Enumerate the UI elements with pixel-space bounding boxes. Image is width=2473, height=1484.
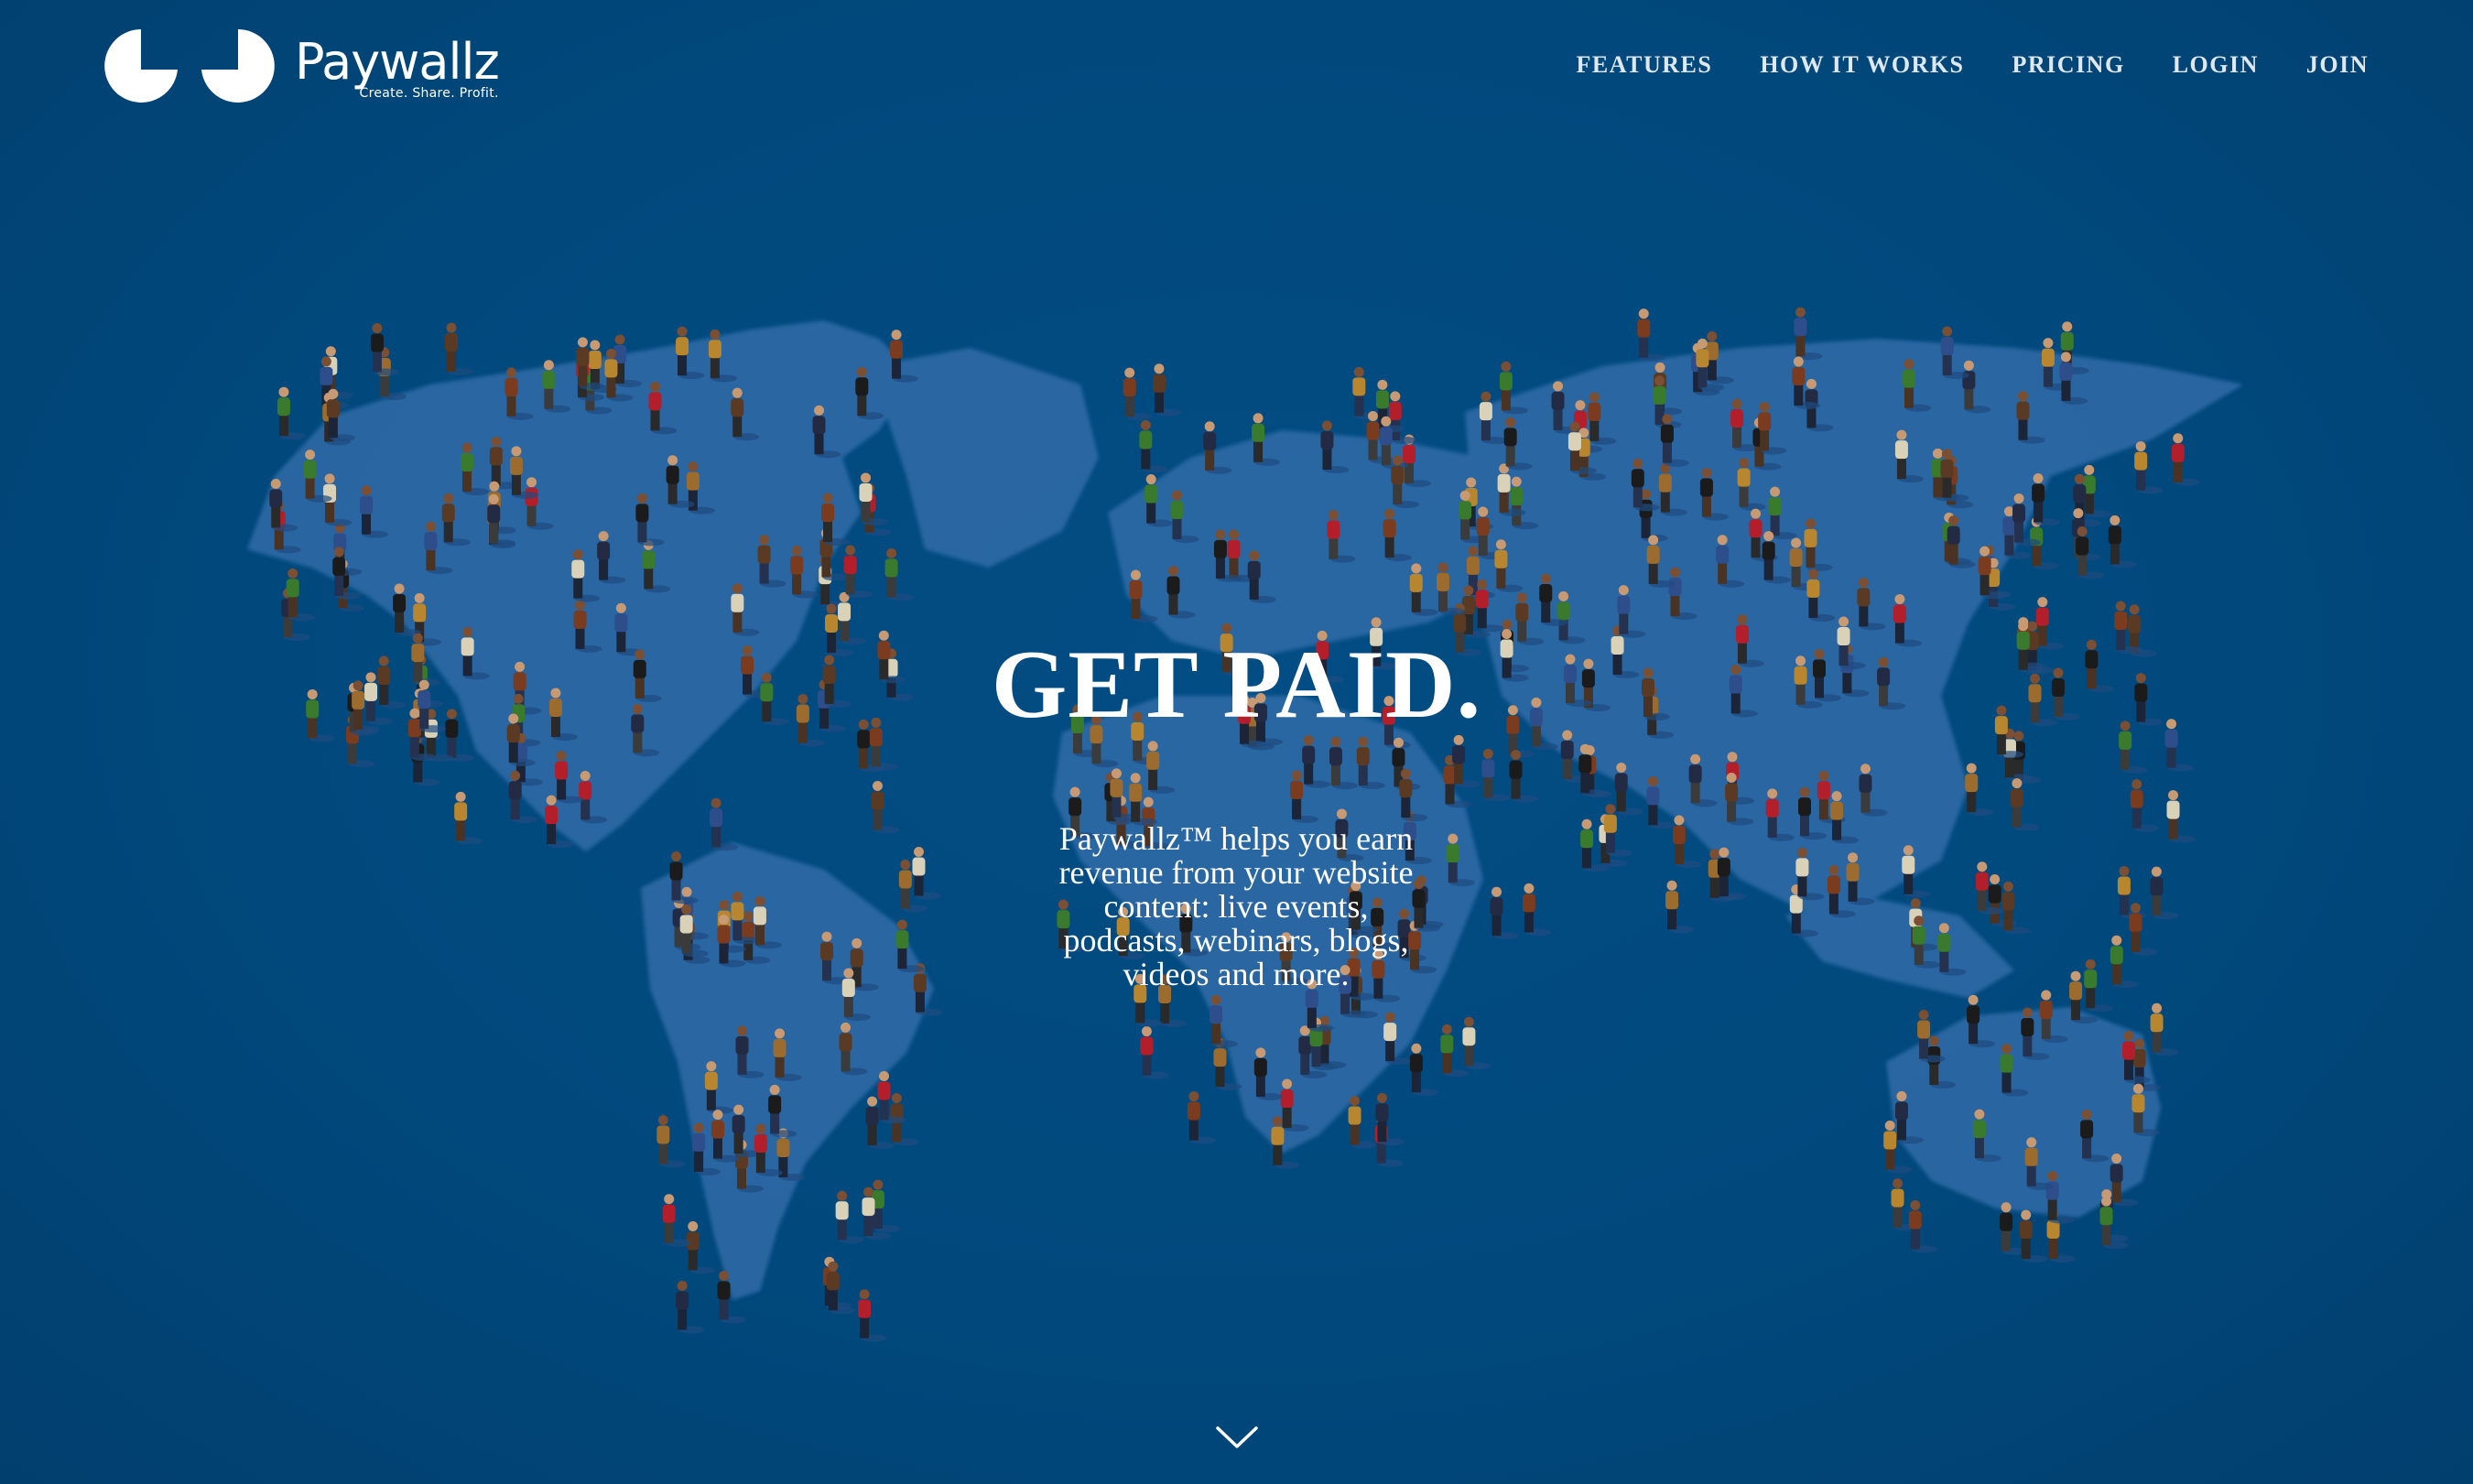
crowd-person — [1123, 367, 1152, 421]
crowd-person — [1348, 1096, 1377, 1149]
crowd-person — [656, 1114, 686, 1168]
logo-text: Paywallz Create. Share. Profit. — [295, 33, 500, 102]
crowd-person — [1409, 1043, 1438, 1097]
crowd-person — [1481, 748, 1511, 802]
crowd-person — [912, 847, 941, 900]
crowd-person — [1152, 363, 1181, 417]
brand-name: Paywallz — [295, 33, 500, 91]
chevron-down-icon[interactable] — [1214, 1424, 1260, 1452]
crowd-person — [286, 568, 315, 622]
crowd-person — [676, 1281, 705, 1334]
nav-join[interactable]: JOIN — [2306, 51, 2369, 79]
crowd-person — [871, 1179, 900, 1233]
crowd-person — [1462, 1016, 1491, 1070]
crowd-person — [2150, 1002, 2179, 1056]
crowd-person — [1375, 1092, 1405, 1146]
crowd-person — [1522, 883, 1551, 937]
logo-link[interactable]: Paywallz Create. Share. Profit. — [103, 26, 500, 106]
main-nav: FEATURES HOW IT WORKS PRICING LOGIN JOIN — [1577, 51, 2369, 79]
crowd-person — [2001, 881, 2031, 935]
brand-tagline: Create. Share. Profit. — [359, 86, 499, 101]
crowd-person — [1965, 763, 1994, 817]
crowd-person — [1637, 309, 1666, 362]
nav-how-it-works[interactable]: HOW IT WORKS — [1760, 51, 1964, 79]
crowd-person — [843, 545, 873, 598]
crowd-person — [2171, 433, 2200, 486]
hero-description: Paywallz™ helps you earn revenue from yo… — [1058, 820, 1414, 992]
crowd-person — [2134, 441, 2164, 494]
world-map-background — [247, 307, 2243, 1342]
crowd-person — [1509, 750, 1538, 803]
crowd-person — [2108, 515, 2137, 569]
nav-pricing[interactable]: PRICING — [2012, 51, 2125, 79]
site-header: Paywallz Create. Share. Profit. FEATURES… — [0, 0, 2473, 137]
nav-login[interactable]: LOGIN — [2173, 51, 2259, 79]
hero-title: GET PAID. — [991, 631, 1482, 738]
crowd-person — [444, 322, 473, 376]
crowd-person — [1139, 420, 1168, 473]
crowd-person — [2076, 525, 2105, 580]
crowd-person — [2166, 790, 2196, 843]
crowd-person — [2082, 464, 2111, 518]
crowd-person — [686, 1220, 715, 1274]
crowd-person — [1140, 1026, 1169, 1079]
crowd-person — [1665, 880, 1695, 934]
crowd-person — [858, 1289, 887, 1342]
crowd-person — [835, 1190, 864, 1244]
crowd-person — [1908, 1200, 1937, 1253]
crowd-person — [277, 386, 306, 440]
crowd-person — [2010, 778, 2039, 831]
paywallz-logo-icon — [104, 29, 275, 103]
crowd-person — [1452, 734, 1481, 788]
crowd-person — [454, 791, 483, 845]
crowd-person — [2019, 1209, 2048, 1263]
crowd-person — [2084, 959, 2113, 1013]
nav-features[interactable]: FEATURES — [1577, 51, 1713, 79]
crowd-person — [2130, 779, 2159, 832]
crowd-person — [884, 547, 914, 601]
crowd-person — [1490, 886, 1519, 940]
crowd-person — [2150, 866, 2179, 920]
crowd-person — [1187, 1091, 1216, 1144]
crowd-person — [1388, 391, 1417, 444]
crowd-person — [871, 781, 900, 834]
